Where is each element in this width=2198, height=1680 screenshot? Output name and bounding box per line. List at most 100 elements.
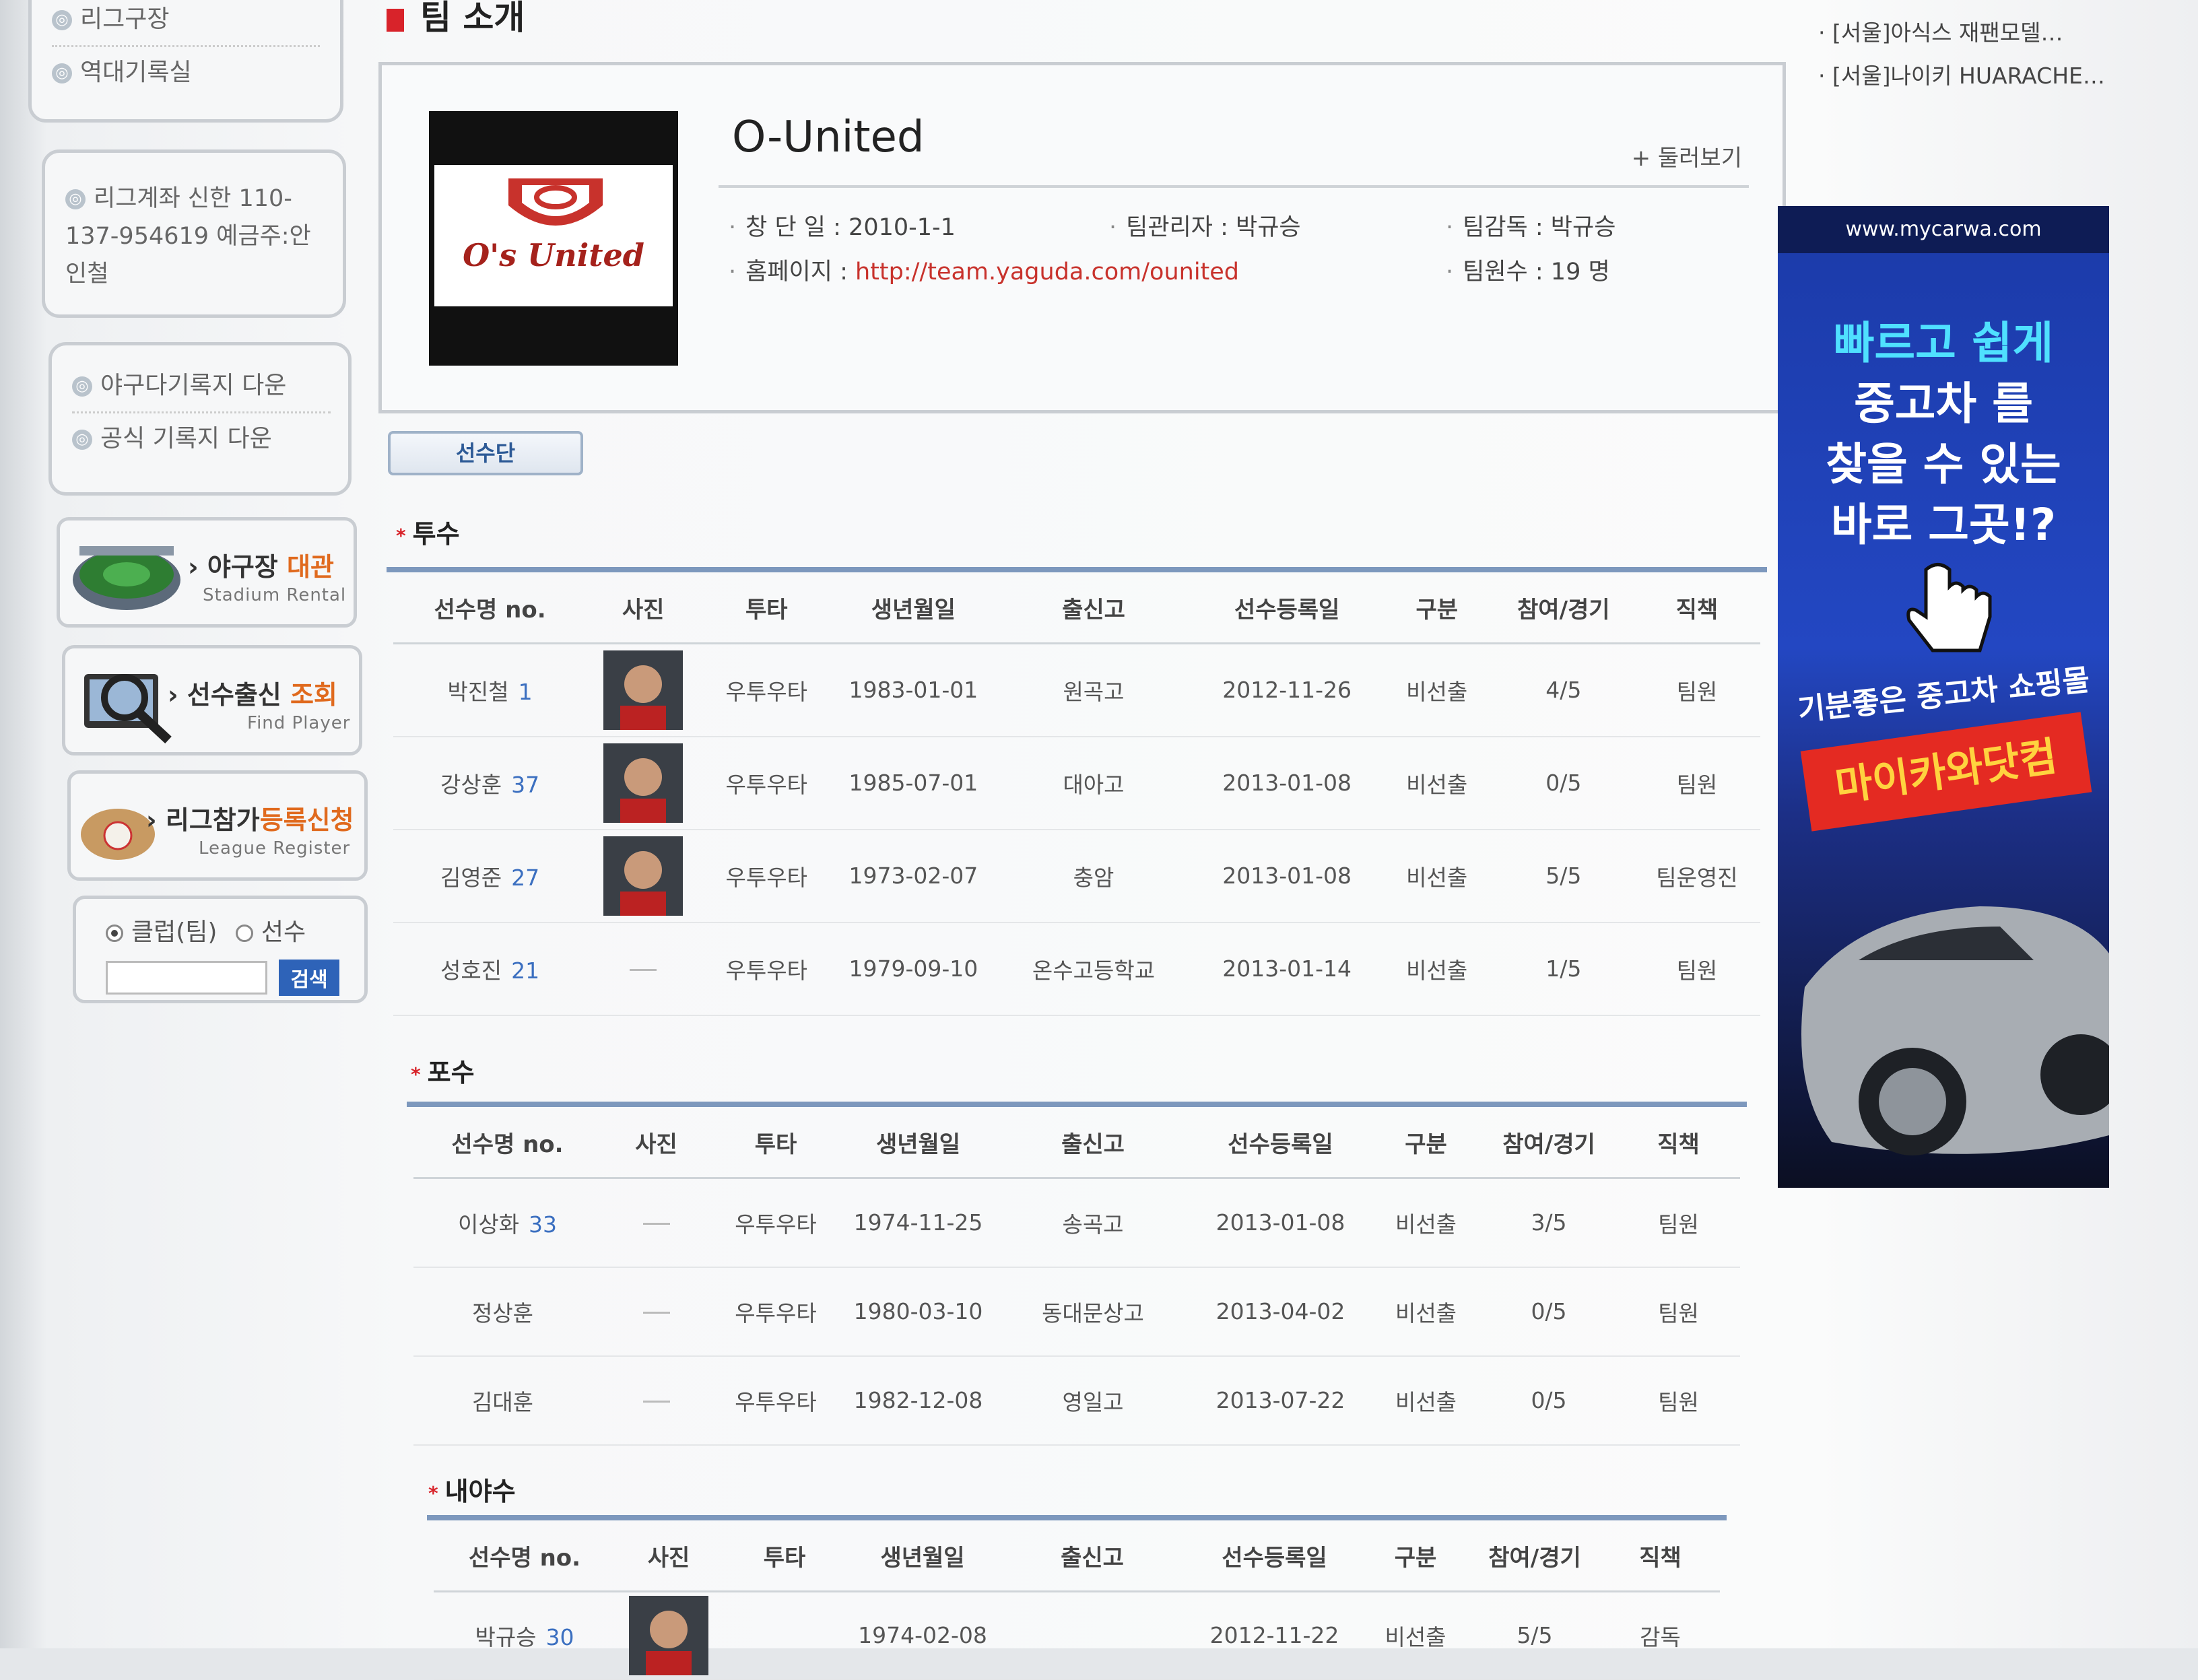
player-name-cell[interactable]: 박진철 1: [393, 643, 587, 737]
bullet-icon: ◎: [52, 10, 72, 30]
cell-type: 비선출: [1362, 1591, 1469, 1680]
cell-school: 대아고: [993, 736, 1194, 830]
cell-reg: 2013-07-22: [1190, 1355, 1371, 1446]
player-name[interactable]: 강상훈: [440, 772, 502, 798]
cell-bt: 우투우타: [711, 1178, 840, 1268]
magnifier-icon: [84, 674, 172, 744]
cell-type: 비선출: [1371, 1267, 1481, 1357]
column-header: 구분: [1362, 1520, 1469, 1592]
cell-school: 송곡고: [996, 1178, 1190, 1268]
player-number: 1: [518, 678, 533, 705]
position-label: * 투수: [396, 519, 460, 549]
news-item[interactable]: · [서울]아식스 재팬모델…: [1818, 15, 2063, 47]
team-name: O-United: [732, 112, 925, 162]
browse-link[interactable]: + 둘러보기: [1632, 139, 1742, 172]
cell-birth: 1980-03-10: [840, 1267, 996, 1357]
column-header: 출신고: [998, 1520, 1187, 1592]
cell-games: 5/5: [1469, 1591, 1601, 1680]
player-photo[interactable]: [603, 836, 684, 916]
player-number: 21: [511, 957, 540, 984]
table-row[interactable]: 박규승 30 1974-02-08 2012-11-22 비선출 5/5 감독: [434, 1591, 1720, 1680]
player-photo[interactable]: [629, 1595, 708, 1675]
account-box: ◎ 리그계좌 신한 110-137-954619 예금주:안인철: [42, 149, 346, 318]
cell-type: 비선출: [1380, 736, 1494, 830]
cell-school: 원곡고: [993, 643, 1194, 737]
sidebar-link-records[interactable]: ◎ 역대기록실: [52, 57, 320, 89]
table-row[interactable]: 강상훈 37 우투우타 1985-07-01 대아고 2013-01-08 비선출 0/5 팀원: [393, 736, 1760, 830]
player-photo-cell: [587, 922, 700, 1016]
cell-bt: 우투우타: [700, 736, 834, 830]
player-name-cell[interactable]: 김영준 27: [393, 829, 587, 923]
cell-bt: 우투우타: [700, 922, 834, 1016]
table-row[interactable]: 김영준 27 우투우타 1973-02-07 충암 2013-01-08 비선출 5/5 팀운영…: [393, 829, 1760, 923]
player-name[interactable]: 성호진: [440, 957, 502, 984]
cell-bt: 우투우타: [700, 643, 834, 737]
team-manager: · 팀관리자 : 박규승: [1109, 214, 1301, 241]
download-official-sheet[interactable]: ◎ 공식 기록지 다운: [72, 423, 331, 455]
cell-school: 충암: [993, 829, 1194, 923]
player-number: 30: [545, 1623, 574, 1650]
cell-bt: 우투우타: [711, 1267, 840, 1357]
bullet-icon: ◎: [52, 63, 72, 83]
cell-role: 팀원: [1617, 1267, 1740, 1357]
cell-games: 5/5: [1493, 829, 1634, 923]
team-homepage: · 홈페이지 : http://team.yaguda.com/ounited: [729, 259, 1240, 285]
team-members: · 팀원수 : 19 명: [1446, 259, 1610, 285]
sidebar-link-stadium[interactable]: ◎ 리그구장: [52, 3, 320, 36]
table-row[interactable]: 성호진 21 우투우타 1979-09-10 온수고등학교 2013-01-14 비선출 1/…: [393, 922, 1760, 1016]
tab-roster[interactable]: 선수단: [388, 431, 583, 475]
player-name[interactable]: 박규승: [475, 1624, 536, 1650]
player-name[interactable]: 김대훈: [472, 1389, 533, 1415]
column-header: 직책: [1617, 1107, 1740, 1179]
table-header-row: 선수명 no. 사진 투타 생년월일 출신고 선수등록일 구분 참여/경기 직책: [393, 572, 1760, 644]
cell-birth: 1979-09-10: [833, 922, 994, 1016]
player-photo[interactable]: [603, 743, 684, 823]
cell-games: 3/5: [1481, 1178, 1617, 1268]
player-name[interactable]: 이상화: [458, 1211, 519, 1238]
table-row[interactable]: 정상훈 우투우타 1980-03-10 동대문상고 2013-04-02 비선출 0/5 팀원: [413, 1267, 1740, 1357]
player-name[interactable]: 김영준: [440, 865, 502, 891]
cell-bt: 우투우타: [711, 1355, 840, 1446]
player-name-cell[interactable]: 강상훈 37: [393, 736, 587, 830]
divider: [719, 185, 1749, 188]
player-name-cell[interactable]: 정상훈: [413, 1267, 601, 1357]
search-input[interactable]: [106, 961, 267, 995]
download-score-sheet[interactable]: ◎ 야구다기록지 다운: [72, 370, 331, 402]
column-header: 참여/경기: [1469, 1520, 1601, 1592]
cell-role: 팀원: [1633, 736, 1760, 830]
player-name[interactable]: 박진철: [448, 679, 509, 705]
radio-player[interactable]: [235, 925, 253, 942]
ad-banner[interactable]: www.mycarwa.com 빠르고 쉽게 중고차 를 찾을 수 있는 바로 …: [1778, 206, 2109, 1188]
player-name-cell[interactable]: 이상화 33: [413, 1178, 601, 1268]
radio-club[interactable]: [106, 925, 123, 942]
player-photo[interactable]: [603, 650, 684, 730]
column-header: 구분: [1380, 572, 1494, 644]
cell-birth: 1982-12-08: [840, 1355, 996, 1446]
player-name-cell[interactable]: 성호진 21: [393, 922, 587, 1016]
league-register-title: › 리그참가등록신청: [146, 805, 354, 835]
cell-reg: 2013-01-08: [1193, 829, 1380, 923]
player-name-cell[interactable]: 김대훈: [413, 1355, 601, 1446]
star-icon: *: [411, 1063, 421, 1085]
news-item[interactable]: · [서울]나이키 HUARACHE…: [1818, 58, 2105, 90]
league-register-tile[interactable]: › 리그참가등록신청 League Register: [67, 770, 368, 881]
player-photo-cell: [587, 829, 700, 923]
player-name-cell[interactable]: 박규승 30: [434, 1591, 615, 1680]
table-row[interactable]: 이상화 33 우투우타 1974-11-25 송곡고 2013-01-08 비선출 3/5 팀원: [413, 1178, 1740, 1268]
stadium-rental-tile[interactable]: › 야구장 대관 Stadium Rental: [57, 517, 357, 628]
search-button[interactable]: 검색: [279, 960, 340, 996]
table-row[interactable]: 김대훈 우투우타 1982-12-08 영일고 2013-07-22 비선출 0/5 팀원: [413, 1355, 1740, 1446]
cell-reg: 2013-01-08: [1190, 1178, 1371, 1268]
player-name[interactable]: 정상훈: [472, 1300, 533, 1326]
team-founded: · 창 단 일 : 2010-1-1: [729, 214, 956, 241]
search-row: 검색: [106, 960, 364, 996]
page: ◎ 리그구장 ◎ 역대기록실 ◎ 리그계좌 신한 110-137-954619 예금주…: [0, 0, 2198, 1680]
cell-games: 4/5: [1493, 643, 1634, 737]
cell-birth: 1974-02-08: [847, 1591, 998, 1680]
table-header-row: 선수명 no. 사진 투타 생년월일 출신고 선수등록일 구분 참여/경기 직책: [434, 1520, 1720, 1592]
cell-reg: 2013-04-02: [1190, 1267, 1371, 1357]
homepage-link[interactable]: http://team.yaguda.com/ounited: [855, 259, 1239, 285]
player-photo-cell: [615, 1591, 722, 1680]
find-player-tile[interactable]: › 선수출신 조회 Find Player: [62, 645, 362, 755]
table-row[interactable]: 박진철 1 우투우타 1983-01-01 원곡고 2012-11-26 비선출 4/5 팀원: [393, 643, 1760, 737]
